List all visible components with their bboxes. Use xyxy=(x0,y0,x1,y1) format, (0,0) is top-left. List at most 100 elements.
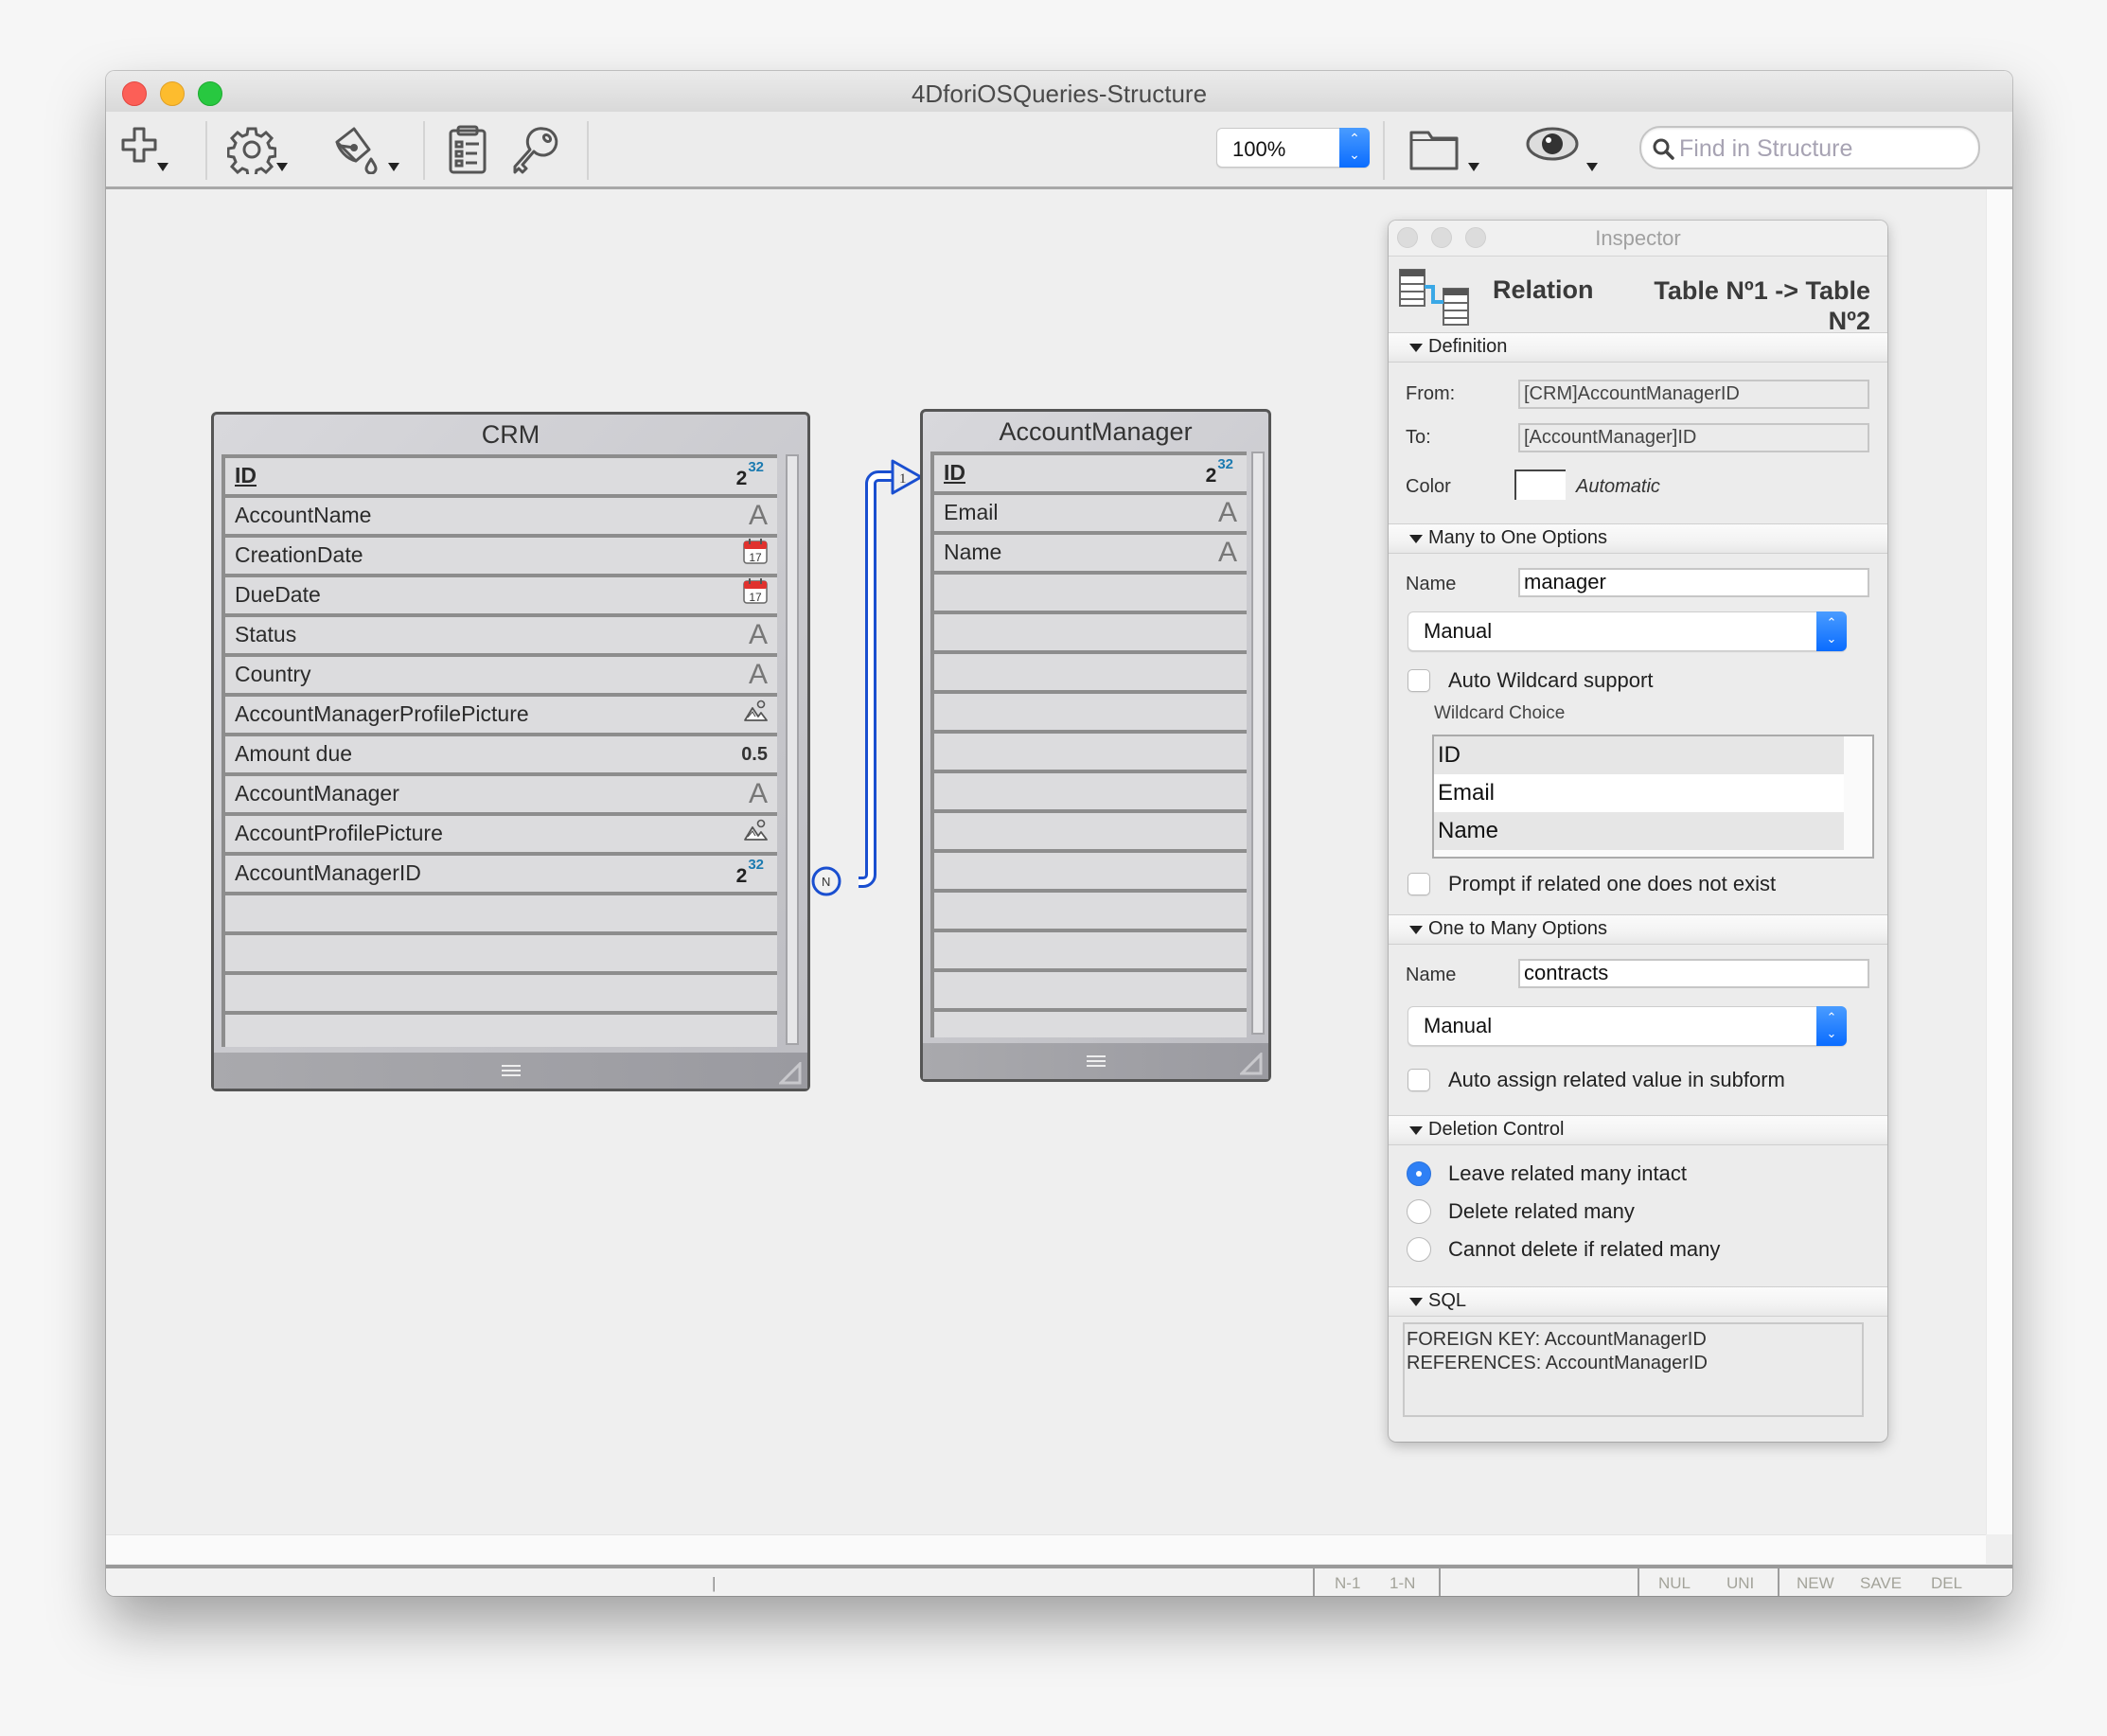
list-button[interactable] xyxy=(447,125,490,174)
empty-field-row[interactable] xyxy=(934,654,1247,694)
status-divider xyxy=(1638,1568,1639,1596)
field-row[interactable]: AccountManagerID 232 xyxy=(225,856,777,895)
empty-field-row[interactable] xyxy=(934,813,1247,853)
many-to-one-mode-select[interactable]: Manual ⌃ ⌄ xyxy=(1408,611,1847,651)
chevron-down-icon xyxy=(276,163,288,171)
field-type: 232 xyxy=(736,459,768,492)
wildcard-choice-list[interactable]: ID Email Name xyxy=(1432,735,1874,859)
alpha-type-icon: A xyxy=(748,659,768,690)
horizontal-scrollbar[interactable] xyxy=(106,1534,1986,1564)
empty-field-row[interactable] xyxy=(934,734,1247,773)
section-one-to-many[interactable]: One to Many Options xyxy=(1389,914,1887,945)
section-sql[interactable]: SQL xyxy=(1389,1286,1887,1317)
field-type: 17 xyxy=(743,539,768,572)
field-row[interactable]: Country A xyxy=(225,657,777,697)
gear-icon xyxy=(227,127,276,174)
field-name: Status xyxy=(235,622,297,647)
relation-line[interactable] xyxy=(859,470,903,888)
one-to-many-mode-select[interactable]: Manual ⌃ ⌄ xyxy=(1408,1006,1847,1046)
field-row[interactable]: ID 232 xyxy=(934,455,1247,495)
key-button[interactable] xyxy=(511,125,564,174)
empty-field-row[interactable] xyxy=(934,853,1247,893)
field-row[interactable]: DueDate 17 xyxy=(225,577,777,617)
empty-field-row[interactable] xyxy=(934,614,1247,654)
zoom-stepper-arrows[interactable]: ⌃ ⌄ xyxy=(1339,128,1370,168)
field-name: Email xyxy=(944,500,999,524)
status-divider xyxy=(1439,1568,1441,1596)
prompt-if-not-exist-label: Prompt if related one does not exist xyxy=(1448,872,1777,895)
field-row[interactable]: CreationDate 17 xyxy=(225,538,777,577)
settings-button[interactable] xyxy=(227,125,293,174)
section-many-to-one[interactable]: Many to One Options xyxy=(1389,523,1887,554)
empty-field-row[interactable] xyxy=(934,694,1247,734)
empty-field-row[interactable] xyxy=(225,895,777,935)
field-name: ID xyxy=(235,463,257,487)
paint-button[interactable] xyxy=(329,125,401,174)
folder-button[interactable] xyxy=(1408,125,1483,172)
field-row[interactable]: AccountManagerProfilePicture xyxy=(225,697,777,736)
radio-delete-related-many[interactable] xyxy=(1407,1199,1431,1224)
list-item[interactable]: Name xyxy=(1434,812,1844,850)
auto-wildcard-checkbox[interactable] xyxy=(1408,669,1430,692)
list-item[interactable]: Email xyxy=(1434,774,1844,812)
radio-leave-related-many-intact[interactable] xyxy=(1407,1161,1431,1186)
table-accountmanager[interactable]: AccountManager ID 232 Email A Name A xyxy=(920,409,1271,1082)
find-in-structure-search[interactable]: Find in Structure xyxy=(1639,126,1980,169)
table-footer xyxy=(923,1043,1268,1079)
empty-field-row[interactable] xyxy=(225,975,777,1015)
field-row[interactable]: ID 232 xyxy=(225,458,777,498)
drag-handle-icon[interactable] xyxy=(1086,1055,1106,1070)
table-scrollbar[interactable] xyxy=(786,454,799,1045)
field-row[interactable]: Email A xyxy=(934,495,1247,535)
field-row[interactable]: Name A xyxy=(934,535,1247,575)
field-name: AccountManagerID xyxy=(235,860,421,885)
vertical-scrollbar[interactable] xyxy=(1986,189,2012,1534)
list-item[interactable]: ID xyxy=(1434,736,1844,774)
zoom-level-stepper[interactable]: 100% ⌃ ⌄ xyxy=(1216,128,1370,168)
empty-field-row[interactable] xyxy=(934,972,1247,1012)
toolbar-separator xyxy=(205,121,207,180)
status-del: DEL xyxy=(1931,1574,1963,1592)
many-to-one-name-input[interactable]: manager xyxy=(1518,568,1869,597)
table-scrollbar[interactable] xyxy=(1251,452,1265,1035)
alpha-type-icon: A xyxy=(748,619,768,650)
table-crm[interactable]: CRM ID 232 AccountName A CreationDate 17 DueDa… xyxy=(211,412,810,1091)
inspector-title: Inspector xyxy=(1595,226,1681,250)
chevron-down-icon xyxy=(1586,163,1598,171)
window-title: 4DforiOSQueries-Structure xyxy=(911,80,1208,108)
section-definition[interactable]: Definition xyxy=(1389,332,1887,363)
empty-field-row[interactable] xyxy=(934,1012,1247,1037)
inspector-header: Relation Table Nº1 -> Table Nº2 xyxy=(1389,257,1887,335)
radio-cannot-delete-if-related-many[interactable] xyxy=(1407,1237,1431,1262)
empty-field-row[interactable] xyxy=(225,1015,777,1047)
empty-field-row[interactable] xyxy=(225,935,777,975)
to-label: To: xyxy=(1406,427,1431,448)
one-to-many-name-input[interactable]: contracts xyxy=(1518,959,1869,988)
empty-field-row[interactable] xyxy=(934,575,1247,614)
many-end-marker: N xyxy=(811,866,841,896)
add-button[interactable] xyxy=(119,125,176,172)
from-field: [CRM]AccountManagerID xyxy=(1518,380,1869,409)
field-row[interactable]: Status A xyxy=(225,617,777,657)
resize-handle-icon[interactable] xyxy=(779,1062,802,1085)
view-button[interactable] xyxy=(1526,125,1602,172)
many-to-one-name-label: Name xyxy=(1406,574,1457,594)
sql-text: FOREIGN KEY: AccountManagerID REFERENCES… xyxy=(1403,1322,1864,1417)
section-label: Definition xyxy=(1428,336,1508,357)
field-row[interactable]: AccountManager A xyxy=(225,776,777,816)
prompt-if-not-exist-checkbox[interactable] xyxy=(1408,873,1430,895)
field-row[interactable]: Amount due 0.5 xyxy=(225,736,777,776)
toolbar-separator xyxy=(423,121,425,180)
field-row[interactable]: AccountName A xyxy=(225,498,777,538)
empty-field-row[interactable] xyxy=(934,893,1247,932)
auto-assign-checkbox[interactable] xyxy=(1408,1069,1430,1091)
to-field: [AccountManager]ID xyxy=(1518,423,1869,452)
empty-field-row[interactable] xyxy=(934,773,1247,813)
select-value: Manual xyxy=(1424,1014,1493,1037)
field-row[interactable]: AccountProfilePicture xyxy=(225,816,777,856)
drag-handle-icon[interactable] xyxy=(501,1065,521,1079)
color-swatch[interactable] xyxy=(1514,469,1566,500)
resize-handle-icon[interactable] xyxy=(1240,1053,1263,1075)
section-deletion-control[interactable]: Deletion Control xyxy=(1389,1115,1887,1145)
empty-field-row[interactable] xyxy=(934,932,1247,972)
